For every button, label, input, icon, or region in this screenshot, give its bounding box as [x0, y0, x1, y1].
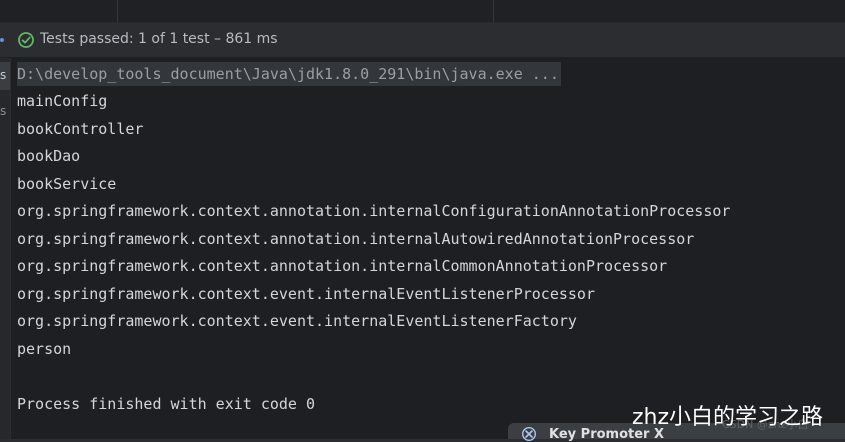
console-command-line[interactable]: D:\develop_tools_document\Java\jdk1.8.0_…: [17, 62, 561, 86]
tab-divider: [117, 0, 118, 22]
console-output-line: person: [17, 340, 72, 358]
gutter-label: s: [0, 104, 7, 118]
console-output-line: bookController: [17, 120, 144, 138]
console-output-line: org.springframework.context.event.intern…: [17, 312, 577, 330]
console-output-line: bookService: [17, 175, 117, 193]
check-circle-icon: [18, 32, 34, 48]
status-dot: [0, 38, 4, 42]
console-output-line: org.springframework.context.annotation.i…: [17, 257, 668, 275]
console-output-line: bookDao: [17, 147, 81, 165]
console-output-line: mainConfig: [17, 92, 108, 110]
console-output-line: org.springframework.context.annotation.i…: [17, 230, 695, 248]
gutter-label: s: [0, 68, 7, 82]
console-output-line: org.springframework.context.event.intern…: [17, 285, 595, 303]
test-status-bar: Tests passed: 1 of 1 test – 861 ms: [0, 23, 845, 58]
console-output-line: org.springframework.context.annotation.i…: [17, 202, 731, 220]
watermark-text: zhz小白的学习之路: [632, 405, 824, 430]
top-tab-bar: [0, 0, 845, 23]
test-status-text: Tests passed: 1 of 1 test – 861 ms: [40, 31, 278, 47]
console-exit-message: Process finished with exit code 0: [17, 395, 316, 413]
tab-divider: [493, 0, 494, 22]
